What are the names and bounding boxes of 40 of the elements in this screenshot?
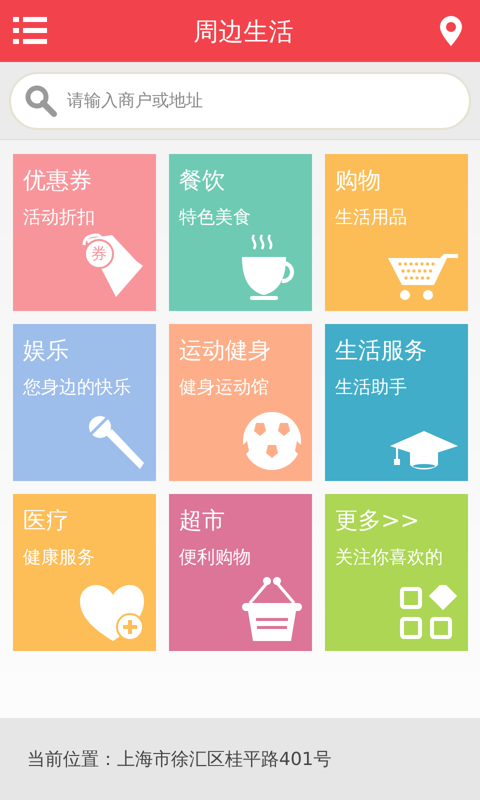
- tile-title: 超市: [179, 507, 225, 536]
- tile-subtitle: 健身运动馆: [179, 376, 269, 400]
- current-location: 当前位置：上海市徐汇区桂平路401号: [27, 748, 332, 771]
- tile-subtitle: 关注你喜欢的: [335, 546, 443, 570]
- category-tile[interactable]: 生活服务 生活助手: [325, 324, 468, 481]
- category-tile[interactable]: 运动健身 健身运动馆: [169, 324, 312, 481]
- location-pin-icon[interactable]: [440, 16, 462, 46]
- tile-title: 运动健身: [179, 337, 271, 366]
- graduation-cap-icon: [390, 431, 458, 471]
- category-tile[interactable]: 超市 便利购物: [169, 494, 312, 651]
- tile-title: 餐饮: [179, 167, 225, 196]
- tile-title: 更多>>: [335, 507, 420, 536]
- heart-icon: [80, 585, 146, 641]
- category-tile[interactable]: 医疗 健康服务: [13, 494, 156, 651]
- tile-title: 购物: [335, 167, 381, 196]
- category-tile[interactable]: 优惠券 活动折扣 券: [13, 154, 156, 311]
- tile-subtitle: 您身边的快乐: [23, 376, 131, 400]
- tile-title: 娱乐: [23, 337, 69, 366]
- category-tile[interactable]: 购物 生活用品: [325, 154, 468, 311]
- tile-title: 优惠券: [23, 167, 92, 196]
- menu-icon[interactable]: [13, 17, 47, 45]
- tile-subtitle: 特色美食: [179, 206, 251, 230]
- tile-subtitle: 活动折扣: [23, 206, 95, 230]
- category-tile[interactable]: 娱乐 您身边的快乐: [13, 324, 156, 481]
- search-bar[interactable]: 请输入商户或地址: [9, 72, 471, 130]
- tile-subtitle: 生活助手: [335, 376, 407, 400]
- tile-title: 生活服务: [335, 337, 427, 366]
- page-title: 周边生活: [194, 16, 294, 48]
- tile-title: 医疗: [23, 507, 69, 536]
- ball-icon: [242, 411, 302, 471]
- basket-icon: [242, 577, 302, 641]
- tile-subtitle: 健康服务: [23, 546, 95, 570]
- microphone-icon: [88, 415, 146, 471]
- tile-subtitle: 生活用品: [335, 206, 407, 230]
- category-tile[interactable]: 更多>> 关注你喜欢的: [325, 494, 468, 651]
- cart-icon: [388, 251, 458, 301]
- tile-subtitle: 便利购物: [179, 546, 251, 570]
- grid-icon: [400, 585, 458, 641]
- search-icon: [25, 84, 57, 116]
- category-tile[interactable]: 餐饮 特色美食: [169, 154, 312, 311]
